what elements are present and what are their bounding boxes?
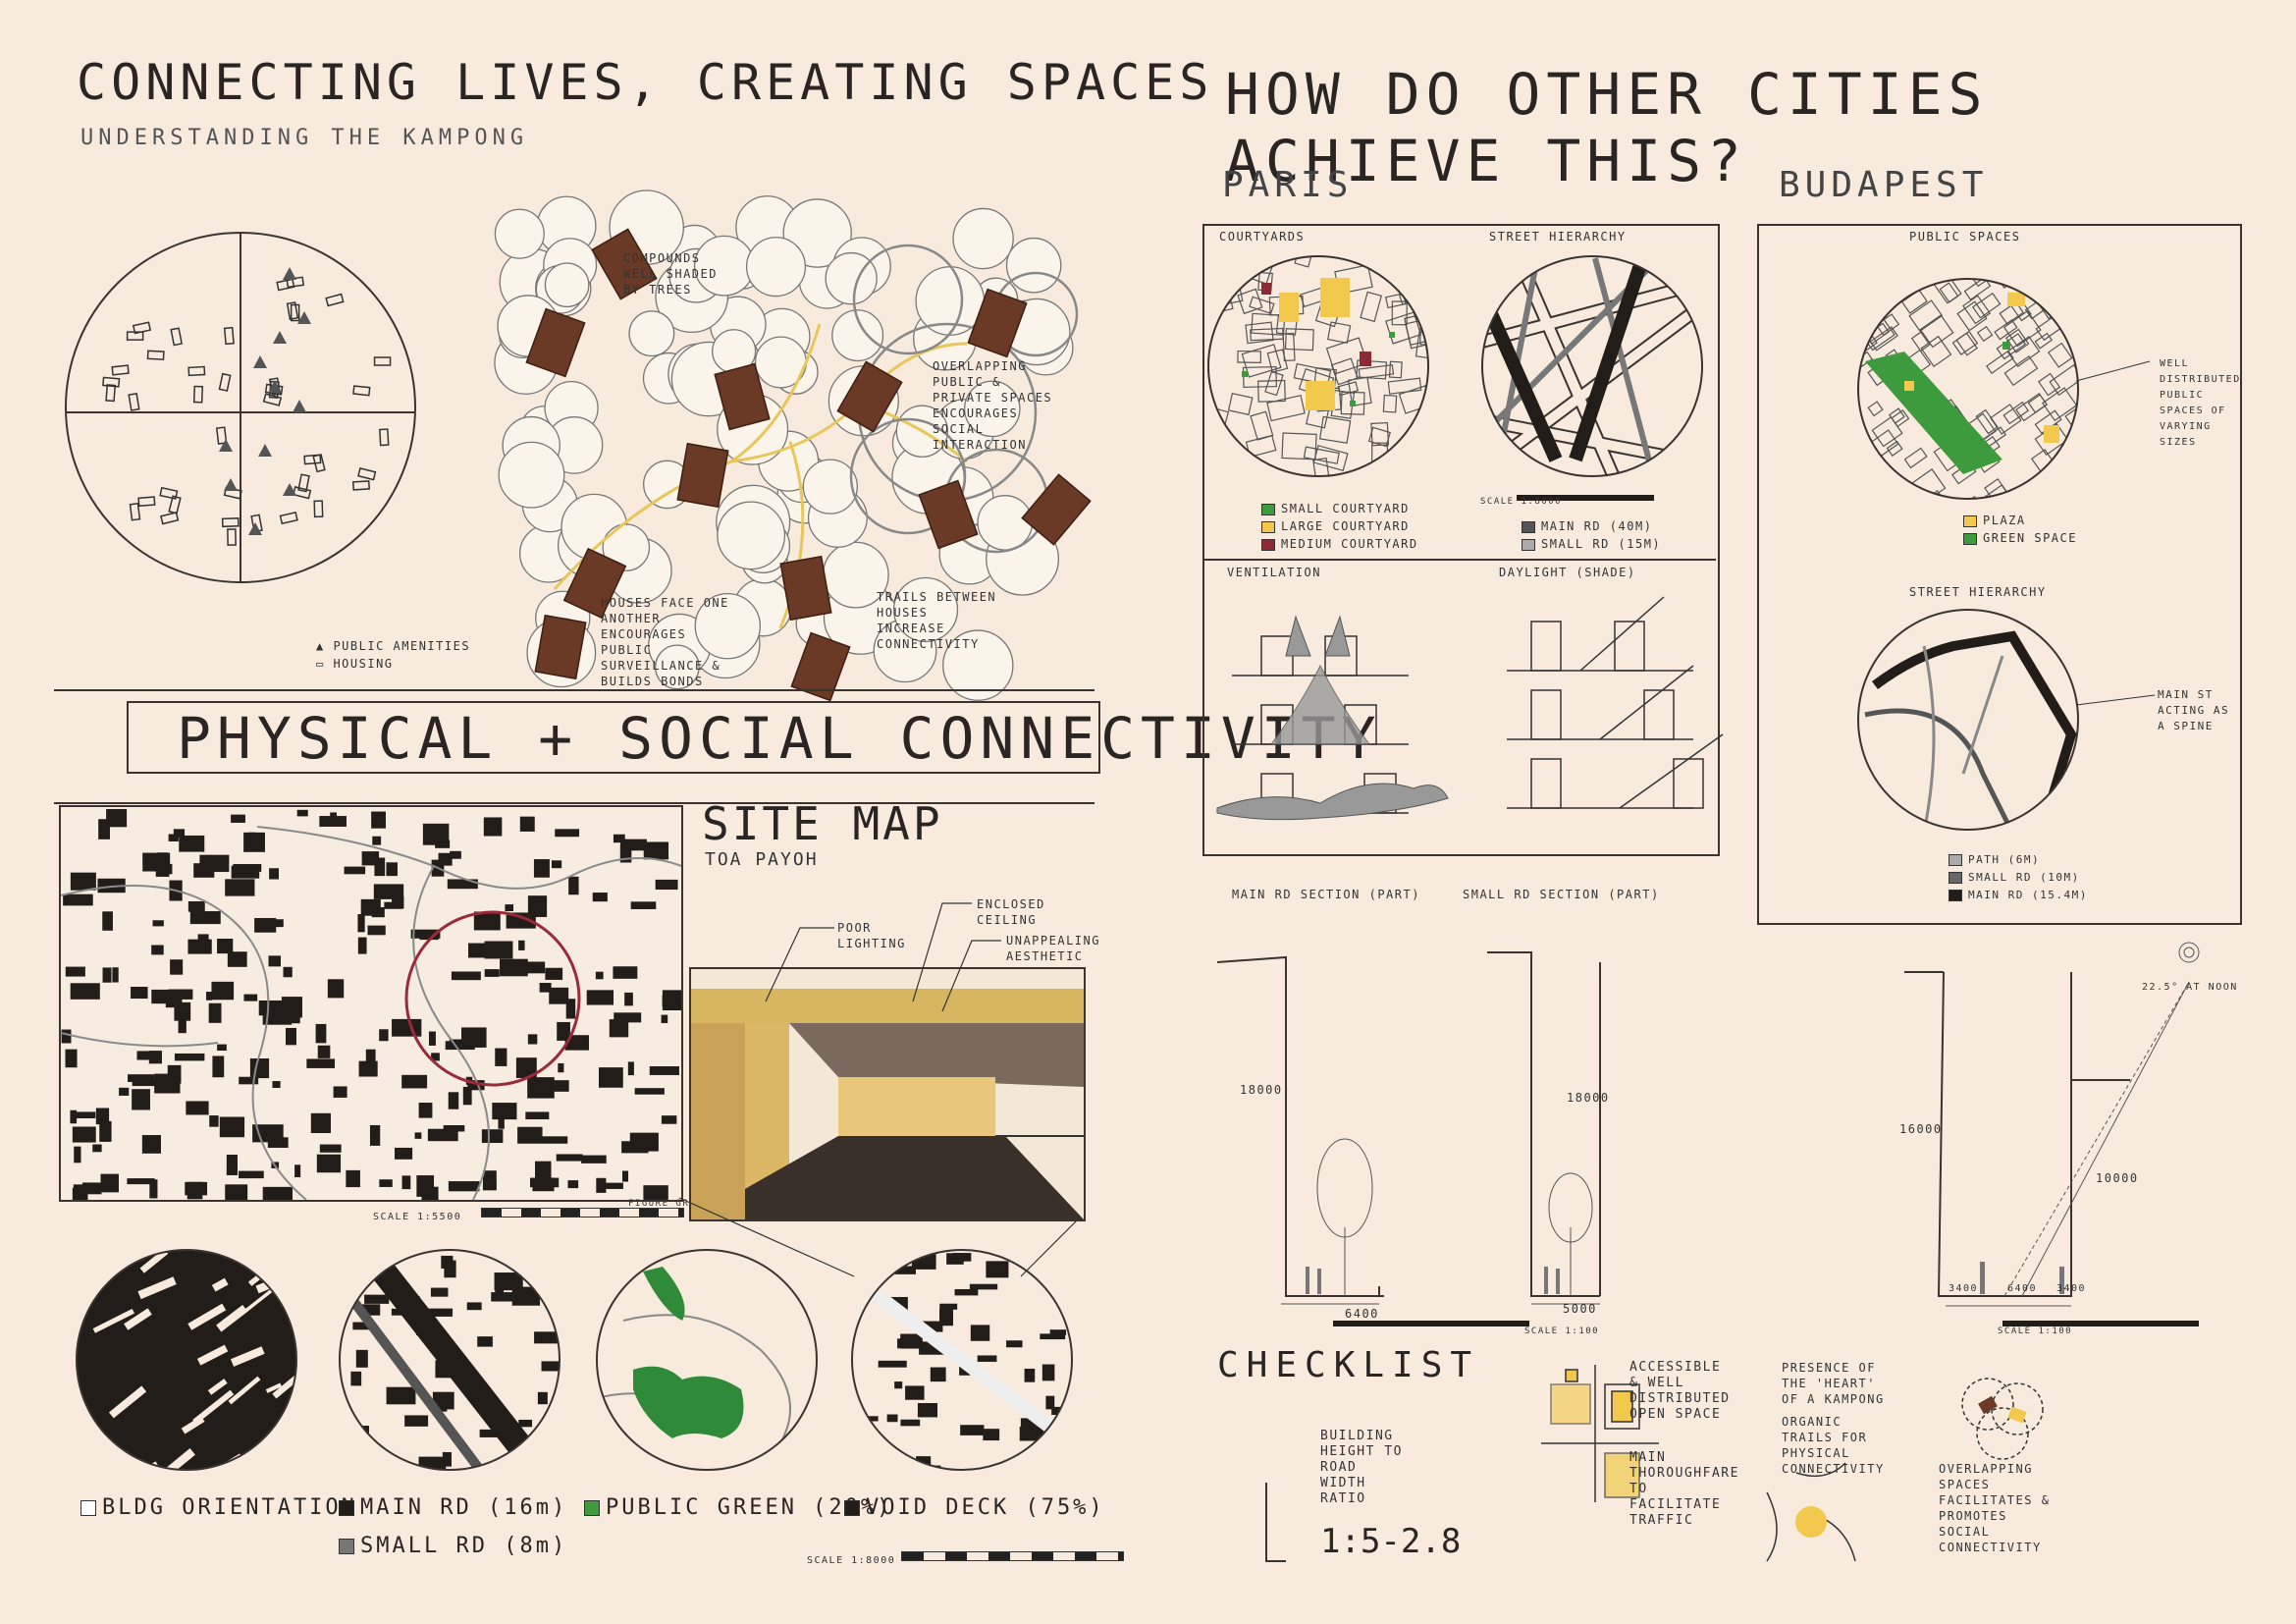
bottom-scale-bar <box>901 1551 1124 1561</box>
section-scale2: SCALE 1:100 <box>1998 1326 2073 1336</box>
legend-small-rd: SMALL RD (8m) <box>339 1534 567 1558</box>
section-sun-angle: 22.5° AT NOON <box>2142 982 2238 993</box>
budapest-ps-legend-2: GREEN SPACE <box>1963 530 2077 546</box>
section-bp-height2: 10000 <box>2096 1171 2139 1185</box>
legend-void-deck: VOID DECK (75%) <box>844 1495 1105 1520</box>
checklist-item-2: MAIN THOROUGHFARE TO FACILITATE TRAFFIC <box>1629 1450 1739 1528</box>
paris-street-label: STREET HIERARCHY <box>1489 230 1627 244</box>
right-title: HOW DO OTHER CITIES ACHIEVE THIS? <box>1225 61 1989 194</box>
budapest-panel-drawings <box>1857 278 2156 831</box>
paris-street-legend-1: MAIN RD (40m) <box>1522 518 1652 534</box>
section-bp-height: 16000 <box>1899 1122 1943 1136</box>
street-sections <box>1216 942 2200 1326</box>
checklist-item-5: OVERLAPPING SPACES FACILITATES & PROMOTE… <box>1939 1462 2051 1554</box>
checklist-item-3: PRESENCE OF THE 'HEART' OF A KAMPONG <box>1782 1361 1885 1406</box>
budapest-heading: BUDAPEST <box>1779 165 1989 205</box>
budapest-ps-legend-1: PLAZA <box>1963 513 2026 528</box>
section-bp-w1: 3400 <box>1949 1283 1979 1294</box>
section-main-width: 6400 <box>1345 1307 1379 1321</box>
budapest-ps-note: WELL DISTRIBUTED PUBLIC SPACES OF VARYIN… <box>2160 358 2241 448</box>
paris-courtyards-label: COURTYARDS <box>1219 230 1306 244</box>
paris-heading: PARIS <box>1222 165 1354 205</box>
paris-daylight-label: DAYLIGHT (SHADE) <box>1499 566 1636 579</box>
bottom-scale: SCALE 1:8000 <box>807 1555 896 1566</box>
paris-court-legend-1: SMALL COURTYARD <box>1261 501 1410 516</box>
section-scale: SCALE 1:100 <box>1524 1326 1600 1336</box>
budapest-sh-legend-2: SMALL RD (10m) <box>1949 870 2080 886</box>
legend-main-rd: MAIN RD (16m) <box>339 1495 567 1520</box>
section-small-label: SMALL RD SECTION (PART) <box>1463 888 1660 901</box>
budapest-sh-label: STREET HIERARCHY <box>1909 585 2047 599</box>
analysis-circles <box>76 1249 1073 1471</box>
section-bp-w3: 3400 <box>2056 1283 2087 1294</box>
budapest-sh-legend-1: PATH (6m) <box>1949 852 2040 868</box>
paris-court-legend-3: MEDIUM COURTYARD <box>1261 536 1418 552</box>
budapest-sh-note: MAIN ST ACTING AS A SPINE <box>2158 688 2230 732</box>
checklist-icons <box>1265 1365 2044 1562</box>
paris-street-legend-2: SMALL RD (15m) <box>1522 536 1661 552</box>
budapest-sh-legend-3: MAIN RD (15.4m) <box>1949 888 2088 903</box>
paris-ventilation-label: VENTILATION <box>1227 566 1321 579</box>
paris-scale: SCALE 1:8000 <box>1480 497 1563 507</box>
legend-bldg: BLDG ORIENTATION <box>80 1495 357 1520</box>
paris-court-legend-2: LARGE COURTYARD <box>1261 518 1410 534</box>
section-main-label: MAIN RD SECTION (PART) <box>1232 888 1420 901</box>
section-small-height: 18000 <box>1567 1091 1610 1105</box>
section-main-height: 18000 <box>1240 1083 1283 1097</box>
checklist-item-4: ORGANIC TRAILS FOR PHYSICAL CONNECTIVITY <box>1782 1415 1885 1476</box>
section-small-width: 5000 <box>1563 1302 1597 1316</box>
budapest-ps-label: PUBLIC SPACES <box>1909 230 2021 244</box>
checklist-item-1: ACCESSIBLE & WELL DISTRIBUTED OPEN SPACE <box>1629 1360 1731 1422</box>
perspective-leaders <box>678 902 1081 1277</box>
section-bp-w2: 6400 <box>2007 1283 2038 1294</box>
